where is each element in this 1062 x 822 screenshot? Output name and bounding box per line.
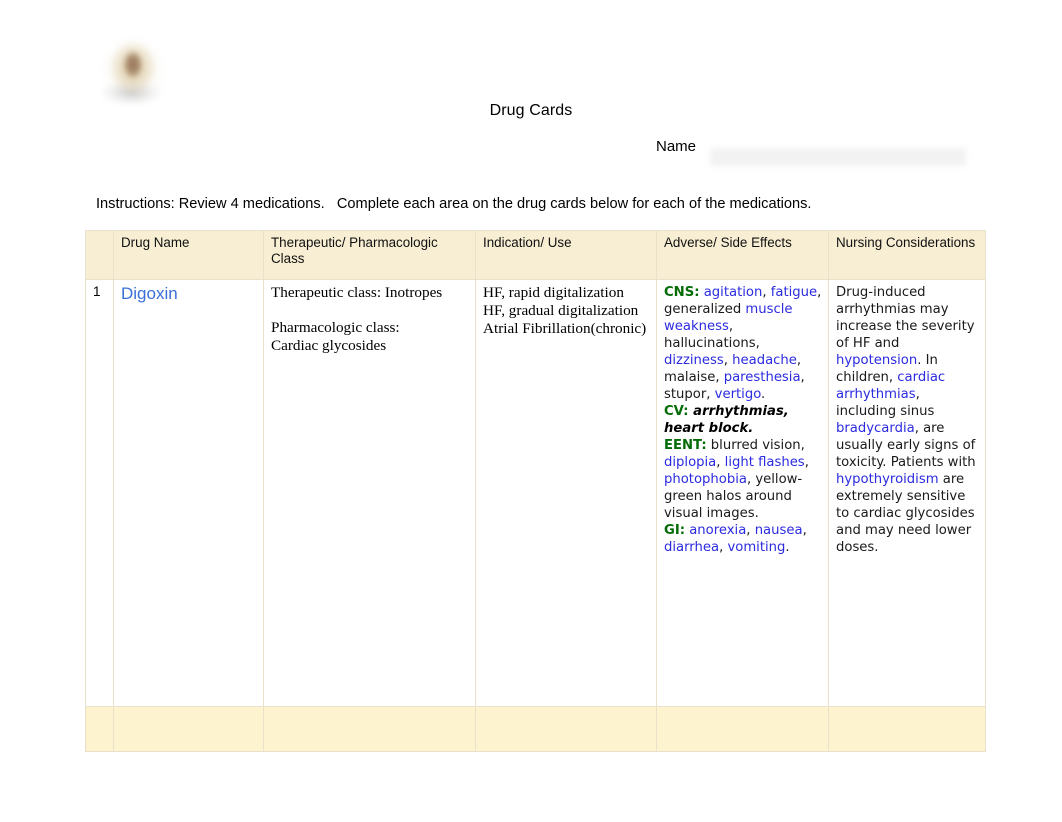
table-row: 1 Digoxin Therapeutic class: Inotropes P… (85, 279, 986, 707)
term-link[interactable]: diarrhea (664, 540, 719, 555)
page-title: Drug Cards (489, 102, 573, 119)
term-link[interactable]: light flashes (725, 455, 805, 470)
term-link[interactable]: vertigo (715, 387, 761, 402)
plain-text: , (804, 455, 809, 471)
plain-text: , (762, 285, 771, 300)
document-page: Drug Cards Name Instructions: Review 4 m… (0, 0, 1062, 822)
header-nursing: Nursing Considerations (828, 230, 986, 280)
footer-cell-drug (113, 706, 264, 752)
therapeutic-class: Therapeutic class: Inotropes (271, 284, 443, 301)
term-link[interactable]: hypotension (836, 353, 917, 368)
footer-cell-nursing (828, 706, 986, 752)
plain-text: , (746, 523, 755, 539)
term-link[interactable]: vomiting (727, 540, 785, 555)
class-cell: Therapeutic class: Inotropes Pharmacolog… (263, 279, 476, 707)
adverse-group-gi: GI: anorexia, nausea, diarrhea, vomiting… (664, 522, 822, 556)
plain-text: blurred vision, (706, 438, 805, 454)
term-link[interactable]: paresthesia (724, 370, 801, 385)
school-logo-icon (96, 32, 170, 106)
plain-text: , (716, 455, 725, 471)
term-link[interactable]: nausea (755, 523, 803, 538)
header-adverse: Adverse/ Side Effects (656, 230, 829, 280)
term-link[interactable]: photophobia (664, 472, 747, 487)
indication-item: Atrial Fibrillation(chronic) (483, 320, 647, 338)
plain-text: . (761, 387, 766, 403)
row-number: 1 (85, 279, 114, 707)
table-foot (85, 706, 986, 752)
table-header-row: Drug Name Therapeutic/ Pharmacologic Cla… (85, 230, 986, 280)
table-footer-row (85, 706, 986, 752)
header-drug-name: Drug Name (113, 230, 264, 280)
term-link[interactable]: agitation (704, 285, 763, 300)
nursing-considerations-cell: Drug-induced arrhythmias may increase th… (828, 279, 986, 707)
term-link[interactable]: dizziness (664, 353, 724, 368)
adverse-group-cv: CV: arrhythmias, heart block. (664, 403, 822, 437)
name-label: Name (656, 138, 697, 155)
header-number (85, 230, 114, 280)
plain-text: Drug-induced arrhythmias may increase th… (836, 285, 975, 352)
adverse-group-cns: CNS: agitation, fatigue, generalized mus… (664, 284, 822, 403)
name-redacted-value (710, 148, 966, 166)
table-head: Drug Name Therapeutic/ Pharmacologic Cla… (85, 230, 986, 280)
term-link[interactable]: anorexia (689, 523, 746, 538)
drug-cards-table: Drug Name Therapeutic/ Pharmacologic Cla… (85, 230, 986, 752)
body-system-label: EENT: (664, 438, 707, 454)
term-link[interactable]: fatigue (771, 285, 817, 300)
adverse-effects-list: CNS: agitation, fatigue, generalized mus… (664, 284, 822, 557)
term-link[interactable]: diplopia (664, 455, 716, 470)
plain-text: , (723, 353, 733, 369)
pharmacologic-class-value: Cardiac glycosides (271, 337, 387, 355)
adverse-effects-cell: CNS: agitation, fatigue, generalized mus… (656, 279, 829, 707)
body-system-label: CNS: (664, 285, 700, 300)
plain-text: , (802, 523, 807, 539)
indication-cell: HF, rapid digitalization HF, gradual digi… (475, 279, 657, 707)
drug-name-link[interactable]: Digoxin (113, 279, 264, 707)
footer-cell-number (85, 706, 114, 752)
pharmacologic-class-label: Pharmacologic class: (271, 319, 400, 337)
term-link[interactable]: headache (732, 353, 797, 368)
indication-list: HF, rapid digitalization HF, gradual digi… (483, 284, 650, 339)
footer-cell-class (263, 706, 476, 752)
header-class: Therapeutic/ Pharmacologic Class (263, 230, 476, 280)
term-link[interactable]: hypothyroidism (836, 472, 939, 487)
term-link[interactable]: bradycardia (836, 421, 915, 436)
header-indication: Indication/ Use (475, 230, 657, 280)
drug-cards-table-wrapper: Drug Name Therapeutic/ Pharmacologic Cla… (85, 230, 986, 752)
footer-cell-indication (475, 706, 657, 752)
indication-item: HF, rapid digitalization (483, 284, 624, 301)
indication-item: HF, gradual digitalization (483, 302, 639, 320)
body-system-label: GI: (664, 523, 686, 539)
footer-cell-adverse (656, 706, 829, 752)
table-body: 1 Digoxin Therapeutic class: Inotropes P… (85, 279, 986, 707)
plain-text: . (785, 540, 790, 556)
adverse-group-eent: EENT: blurred vision, diplopia, light fl… (664, 437, 822, 522)
instructions-text: Instructions: Review 4 medications. Comp… (96, 196, 812, 212)
nursing-considerations-text: Drug-induced arrhythmias may increase th… (836, 284, 979, 557)
body-system-label: CV: (664, 404, 689, 420)
